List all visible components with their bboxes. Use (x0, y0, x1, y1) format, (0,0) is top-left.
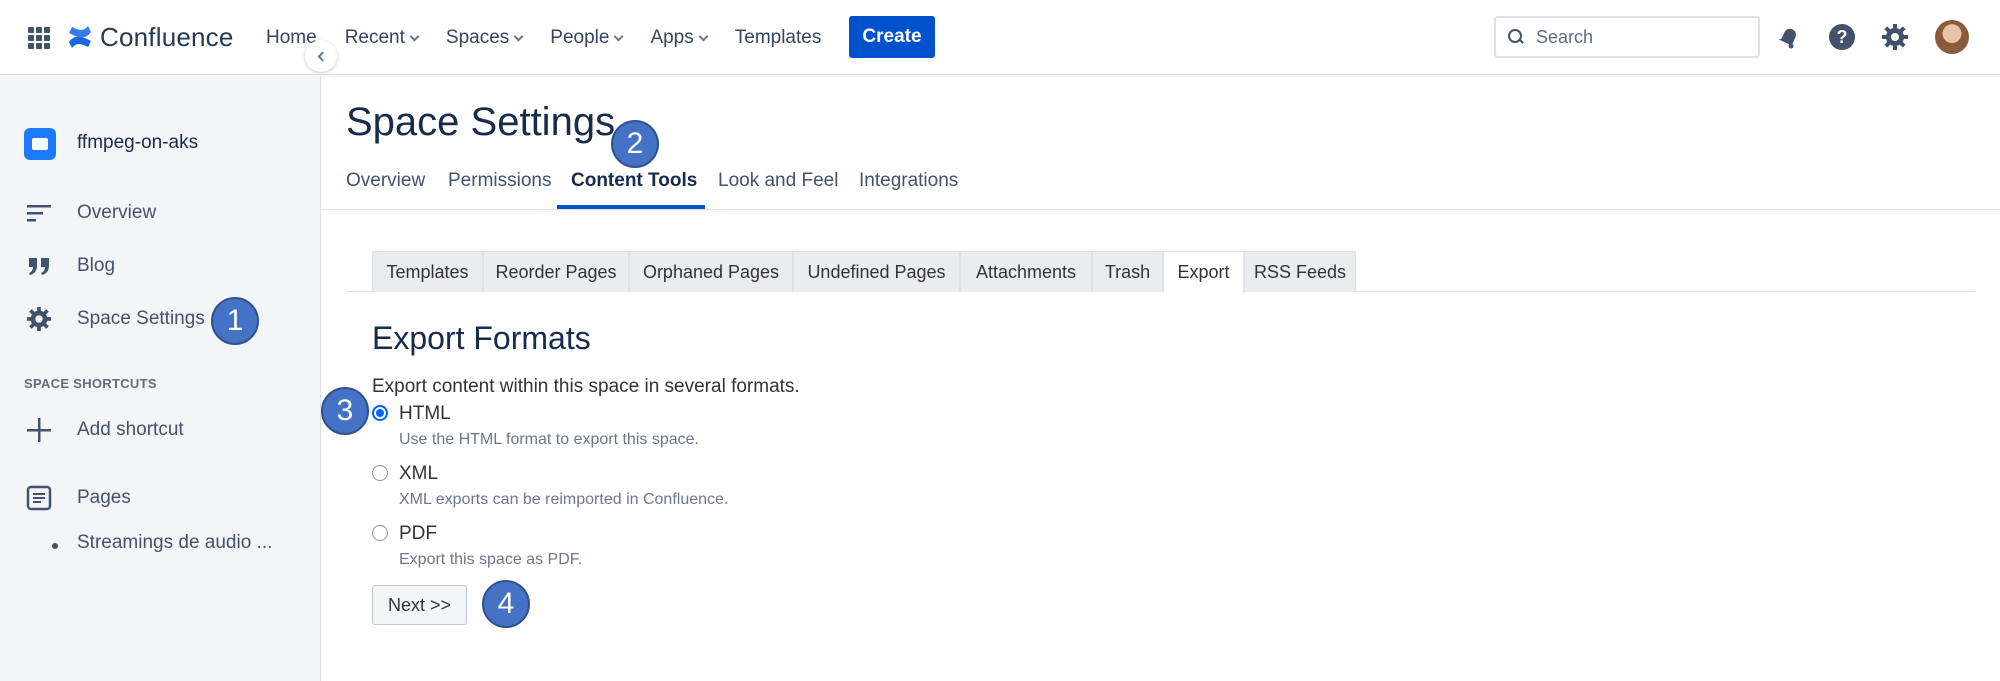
step-callout-3: 3 (321, 387, 369, 435)
subtab-rss-feeds[interactable]: RSS Feeds (1244, 251, 1356, 292)
create-button[interactable]: Create (849, 16, 935, 58)
radio-html[interactable] (372, 405, 388, 421)
pages-icon (24, 483, 54, 513)
step-callout-2: 2 (611, 120, 659, 168)
content-tools-subtabs: Templates Reorder Pages Orphaned Pages U… (346, 251, 1975, 293)
tab-content-tools[interactable]: Content Tools (571, 170, 697, 192)
settings-gear-icon[interactable] (1880, 22, 1910, 52)
nav-apps-label: Apps (650, 27, 694, 48)
user-avatar[interactable] (1935, 20, 1969, 54)
subtab-reorder-pages[interactable]: Reorder Pages (483, 251, 629, 292)
nav-recent[interactable]: Recent (344, 22, 420, 54)
page-title: Space Settings (346, 100, 616, 144)
sidebar-item-label: Overview (77, 202, 157, 223)
sidebar-item-overview[interactable]: Overview (24, 198, 156, 228)
export-formats-heading: Export Formats (372, 320, 591, 356)
subtab-attachments[interactable]: Attachments (960, 251, 1092, 292)
export-description: Export content within this space in seve… (372, 376, 800, 397)
option-pdf-help: Export this space as PDF. (399, 551, 583, 568)
notifications-bell-icon[interactable] (1775, 22, 1805, 52)
nav-recent-label: Recent (344, 27, 405, 48)
option-html-label[interactable]: HTML (399, 403, 451, 425)
brand-name: Confluence (100, 21, 234, 52)
chevron-down-icon (613, 31, 624, 41)
chevron-down-icon (409, 31, 420, 41)
space-shortcuts-heading: SPACE SHORTCUTS (24, 376, 157, 391)
confluence-logo-icon (69, 26, 91, 48)
sidebar-item-label: Space Settings (77, 308, 205, 329)
subtab-trash[interactable]: Trash (1092, 251, 1163, 292)
sidebar-item-space-settings[interactable]: Space Settings (24, 304, 205, 334)
radio-xml[interactable] (372, 465, 388, 481)
search-icon (1508, 29, 1524, 45)
subtab-export[interactable]: Export (1163, 251, 1244, 293)
page-tree-item[interactable]: Streamings de audio ... (77, 532, 272, 554)
svg-text:?: ? (1837, 27, 1848, 47)
nav-spaces[interactable]: Spaces (445, 22, 524, 54)
step-callout-1: 1 (211, 297, 259, 345)
quote-icon (24, 251, 54, 281)
app-switcher-icon[interactable] (28, 27, 50, 49)
option-xml-help: XML exports can be reimported in Conflue… (399, 491, 729, 508)
active-tab-indicator (557, 205, 705, 209)
nav-people[interactable]: People (550, 22, 624, 54)
add-shortcut-button[interactable]: Add shortcut (24, 415, 184, 445)
overview-lines-icon (24, 198, 54, 228)
radio-pdf[interactable] (372, 525, 388, 541)
gear-icon (24, 304, 54, 334)
sidebar-item-label: Pages (77, 487, 131, 508)
space-folder-icon[interactable] (24, 128, 56, 160)
settings-tabs: Overview Permissions Content Tools Look … (321, 162, 2000, 210)
subtab-undefined-pages[interactable]: Undefined Pages (793, 251, 960, 292)
collapse-sidebar-button[interactable] (305, 40, 337, 72)
space-sidebar: ffmpeg-on-aks Overview Blog Space Settin… (0, 76, 321, 681)
nav-templates[interactable]: Templates (735, 22, 822, 54)
next-button[interactable]: Next >> (372, 585, 467, 625)
tab-integrations[interactable]: Integrations (859, 170, 958, 192)
chevron-down-icon (698, 31, 709, 41)
space-name[interactable]: ffmpeg-on-aks (77, 132, 198, 154)
subtab-templates[interactable]: Templates (372, 251, 483, 292)
nav-templates-label: Templates (734, 27, 822, 48)
help-icon[interactable]: ? (1827, 22, 1857, 52)
confluence-logo[interactable]: Confluence (66, 18, 234, 56)
sidebar-item-blog[interactable]: Blog (24, 251, 115, 281)
nav-apps[interactable]: Apps (650, 22, 709, 54)
add-shortcut-label: Add shortcut (77, 419, 184, 440)
option-html-help: Use the HTML format to export this space… (399, 431, 699, 448)
chevron-left-icon (317, 51, 328, 61)
plus-icon (24, 415, 54, 445)
nav-people-label: People (550, 27, 610, 48)
main-nav: Home Recent Spaces People Apps Templates (266, 22, 849, 54)
bullet-icon (52, 543, 58, 549)
sidebar-item-pages[interactable]: Pages (24, 483, 131, 513)
chevron-down-icon (513, 31, 524, 41)
nav-spaces-label: Spaces (445, 27, 510, 48)
search-input[interactable]: Search (1494, 16, 1760, 58)
sidebar-item-label: Blog (77, 255, 116, 276)
step-callout-4: 4 (482, 580, 530, 628)
top-navigation-bar: Confluence Home Recent Spaces People App… (0, 0, 2000, 75)
tab-overview[interactable]: Overview (346, 170, 425, 192)
tab-look-and-feel[interactable]: Look and Feel (718, 170, 838, 192)
option-pdf-label[interactable]: PDF (399, 523, 437, 545)
option-xml-label[interactable]: XML (399, 463, 438, 485)
subtab-orphaned-pages[interactable]: Orphaned Pages (629, 251, 793, 292)
search-placeholder: Search (1536, 26, 1594, 47)
tab-permissions[interactable]: Permissions (448, 170, 551, 192)
